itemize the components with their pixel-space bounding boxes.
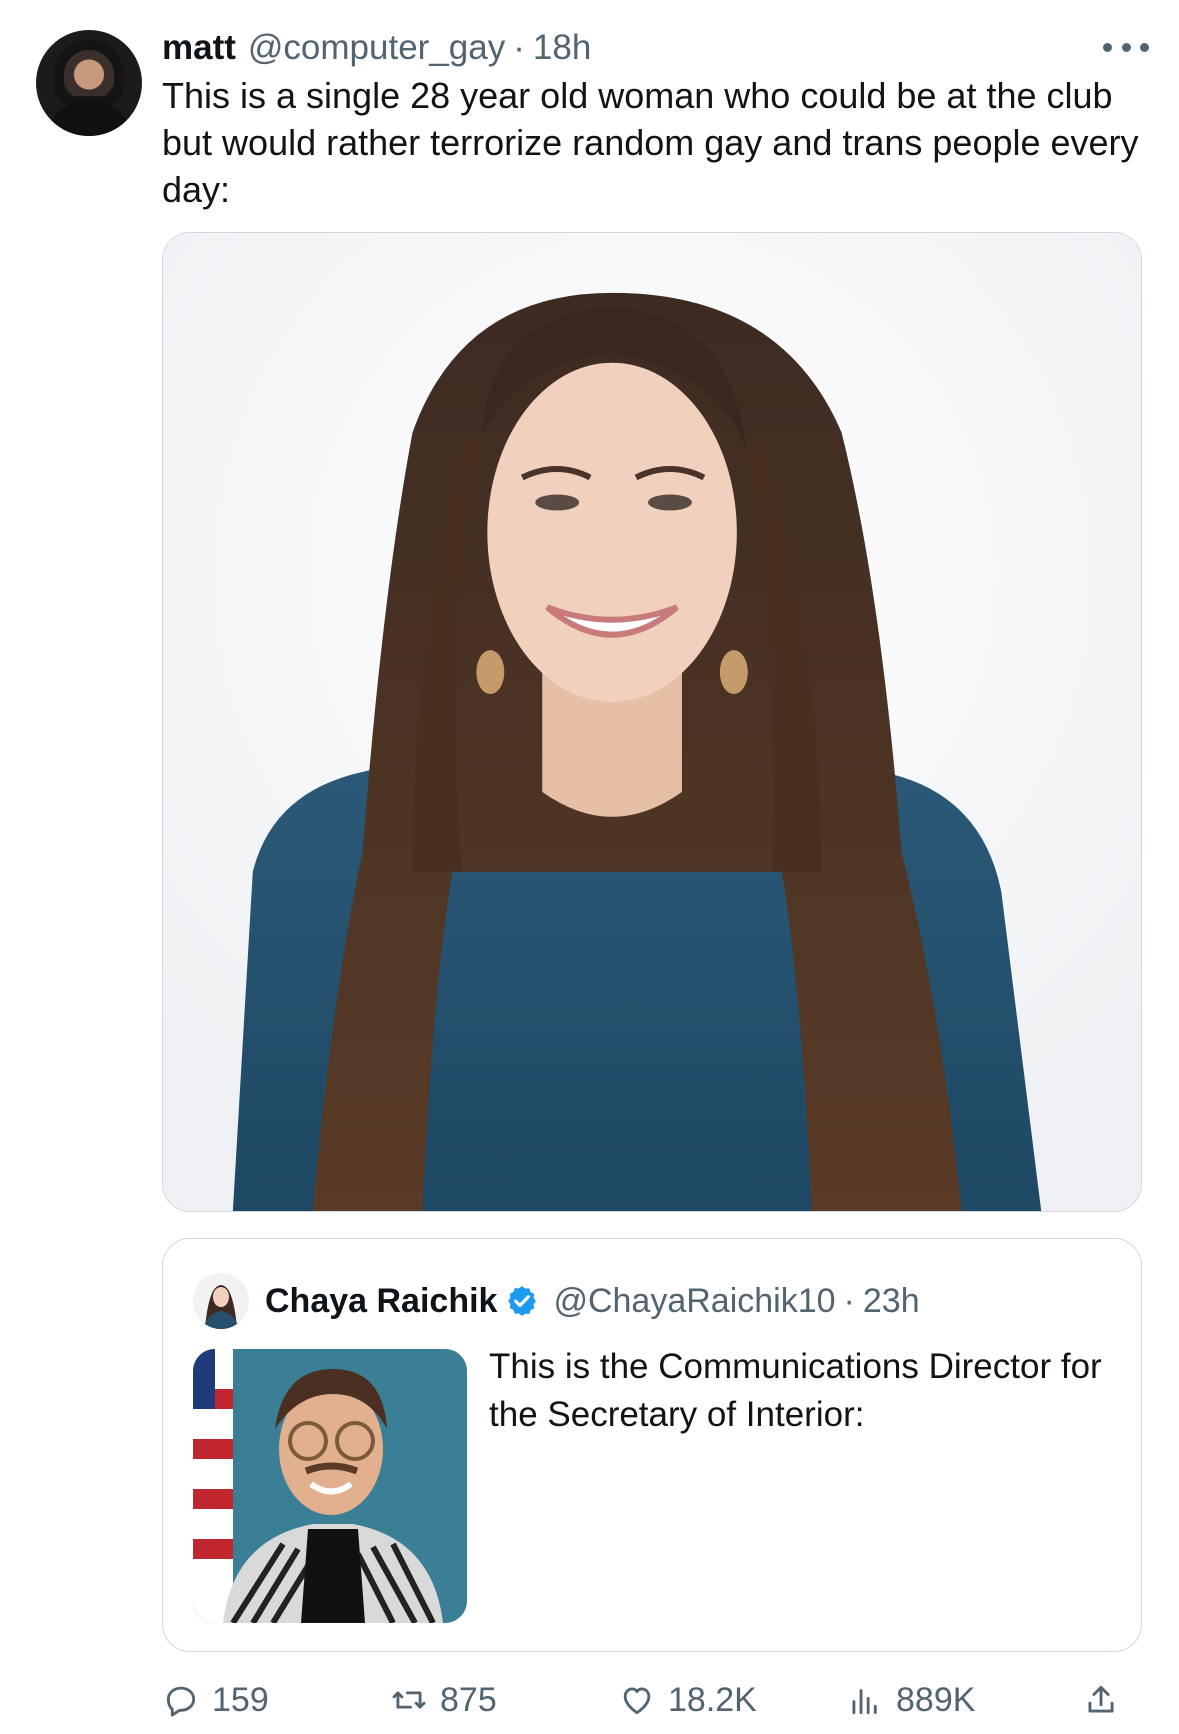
like-icon <box>623 1687 651 1715</box>
quote-header: Chaya Raichik @ChayaRaichik10 · 23h <box>265 1273 920 1329</box>
views-count: 889K <box>896 1680 976 1719</box>
quote-text: This is the Communications Director for … <box>489 1347 1102 1434</box>
quote-separator-dot: · <box>843 1281 855 1320</box>
avatar-hood-shape <box>54 40 124 106</box>
quote-author-name[interactable]: Chaya Raichik <box>265 1282 497 1321</box>
quote-timestamp[interactable]: 23h <box>863 1282 920 1321</box>
share-button[interactable] <box>1082 1675 1120 1725</box>
retweet-button[interactable]: 875 <box>390 1675 497 1725</box>
reply-count: 159 <box>212 1680 269 1719</box>
author-name[interactable]: matt <box>162 28 236 68</box>
retweet-icon <box>392 1691 426 1709</box>
tweet-text: This is a single 28 year old woman who c… <box>162 75 1139 210</box>
more-options-icon[interactable] <box>1103 36 1149 58</box>
quote-media-thumbnail[interactable] <box>193 1349 467 1623</box>
share-icon <box>1088 1685 1114 1713</box>
retweet-count: 875 <box>440 1680 497 1719</box>
reply-icon <box>166 1686 196 1717</box>
reply-button[interactable]: 159 <box>162 1675 269 1725</box>
author-avatar[interactable] <box>36 30 142 136</box>
tweet-header: matt @computer_gay · 18h <box>162 24 1149 72</box>
tweet: matt @computer_gay · 18h This is a singl… <box>0 0 1179 1734</box>
quote-author-avatar[interactable] <box>193 1273 249 1329</box>
author-handle[interactable]: @computer_gay <box>248 28 505 68</box>
avatar-body-shape <box>44 100 134 136</box>
separator-dot: · <box>513 28 525 67</box>
tweet-actions-bar: 159 875 18.2K 889K <box>162 1675 1152 1725</box>
views-icon <box>852 1689 877 1715</box>
verified-badge-icon <box>508 1286 537 1316</box>
portrait-image <box>163 233 1141 1211</box>
like-button[interactable]: 18.2K <box>618 1675 757 1725</box>
views-button[interactable]: 889K <box>846 1675 975 1725</box>
quote-author-handle[interactable]: @ChayaRaichik10 <box>553 1282 835 1321</box>
tweet-media-photo[interactable] <box>162 232 1142 1212</box>
quoted-tweet[interactable]: Chaya Raichik @ChayaRaichik10 · 23h This… <box>162 1238 1142 1652</box>
like-count: 18.2K <box>668 1680 757 1719</box>
tweet-timestamp[interactable]: 18h <box>533 28 591 68</box>
